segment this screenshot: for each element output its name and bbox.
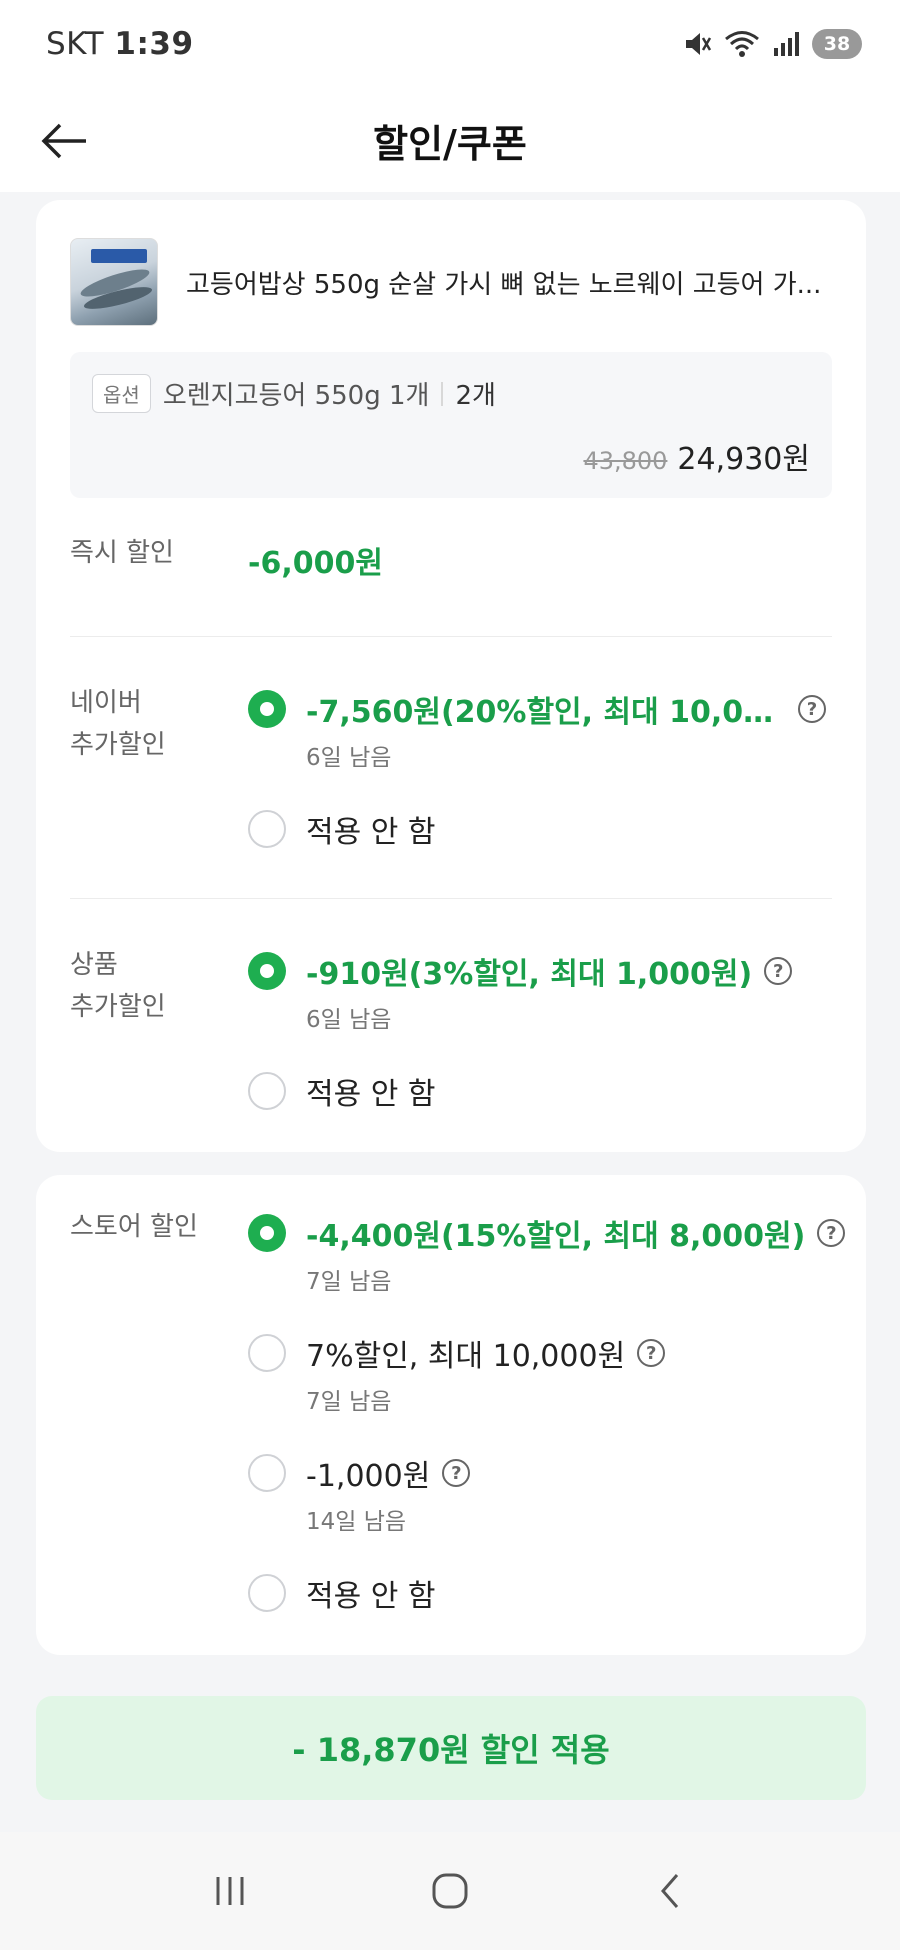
back-nav-button[interactable]	[640, 1861, 700, 1921]
apply-discount-button[interactable]: - 18,870원 할인 적용	[36, 1696, 866, 1800]
store-option-1[interactable]: -4,400원(15%할인, 최대 8,000원) ?	[248, 1211, 846, 1255]
divider	[70, 636, 832, 637]
help-icon[interactable]: ?	[442, 1459, 471, 1487]
discount-card-main: 고등어밥상 550g 순살 가시 뼈 없는 노르웨이 고등어 가... 옵션 오…	[36, 200, 866, 1152]
signal-icon	[774, 32, 799, 56]
instant-discount-label: 즉시 할인	[70, 538, 174, 568]
option-text: 오렌지고등어 550g 1개	[162, 381, 430, 411]
option-box: 옵션 오렌지고등어 550g 1개 2개 43,800 24,930원	[70, 352, 832, 498]
naver-option-none-label: 적용 안 함	[306, 815, 436, 850]
price-row: 43,800 24,930원	[583, 434, 810, 478]
option-row: 옵션 오렌지고등어 550g 1개 2개	[92, 374, 496, 413]
back-arrow-icon	[41, 123, 86, 159]
naver-discount-label-line2: 추가할인	[70, 730, 166, 760]
mute-icon	[686, 33, 712, 55]
system-nav-bar	[0, 1832, 900, 1950]
naver-discount-label-line1: 네이버	[70, 688, 142, 718]
store-option-2[interactable]: 7%할인, 최대 10,000원 ?	[248, 1331, 666, 1375]
store-option-1-label: -4,400원(15%할인, 최대 8,000원)	[306, 1219, 806, 1254]
store-discount-label: 스토어 할인	[70, 1212, 198, 1242]
item-discount-label-line1: 상품	[70, 950, 118, 980]
radio-unselected-icon[interactable]	[248, 1334, 286, 1372]
final-price: 24,930원	[677, 442, 810, 477]
carrier-label: SKT	[46, 26, 105, 62]
naver-option-coupon[interactable]: -7,560원(20%할인, 최대 10,000... ?	[248, 687, 826, 731]
radio-selected-icon[interactable]	[248, 690, 286, 728]
status-left: SKT 1:39	[46, 26, 194, 62]
store-option-none[interactable]: 적용 안 함	[248, 1571, 435, 1615]
radio-unselected-icon[interactable]	[248, 1574, 286, 1612]
radio-unselected-icon[interactable]	[248, 810, 286, 848]
help-icon[interactable]: ?	[637, 1339, 666, 1367]
item-option-coupon-expiry: 6일 남음	[306, 1007, 392, 1033]
home-button[interactable]	[420, 1861, 480, 1921]
home-icon	[432, 1873, 468, 1909]
naver-option-coupon-label: -7,560원(20%할인, 최대 10,000...	[306, 695, 786, 730]
item-discount-label-line2: 추가할인	[70, 992, 166, 1022]
battery-icon: 38	[812, 29, 862, 59]
item-option-none[interactable]: 적용 안 함	[248, 1069, 435, 1113]
wifi-icon	[725, 31, 759, 57]
recent-apps-icon	[216, 1877, 244, 1905]
item-option-coupon-label: -910원(3%할인, 최대 1,000원)	[306, 957, 753, 992]
naver-option-none[interactable]: 적용 안 함	[248, 807, 435, 851]
back-button[interactable]	[40, 116, 100, 166]
store-option-none-label: 적용 안 함	[306, 1579, 436, 1614]
item-option-none-label: 적용 안 함	[306, 1077, 436, 1112]
radio-selected-icon[interactable]	[248, 1214, 286, 1252]
original-price: 43,800	[583, 447, 668, 475]
status-bar: SKT 1:39 38	[0, 0, 900, 88]
store-option-2-label: 7%할인, 최대 10,000원	[306, 1339, 626, 1374]
radio-unselected-icon[interactable]	[248, 1454, 286, 1492]
product-summary: 고등어밥상 550g 순살 가시 뼈 없는 노르웨이 고등어 가...	[70, 238, 836, 326]
store-option-3[interactable]: -1,000원 ?	[248, 1451, 471, 1495]
recent-apps-button[interactable]	[200, 1861, 260, 1921]
page-title: 할인/쿠폰	[373, 121, 527, 166]
store-option-3-label: -1,000원	[306, 1459, 431, 1494]
product-name: 고등어밥상 550g 순살 가시 뼈 없는 노르웨이 고등어 가...	[186, 269, 822, 300]
option-badge: 옵션	[92, 374, 151, 413]
store-option-2-expiry: 7일 남음	[306, 1389, 392, 1415]
radio-unselected-icon[interactable]	[248, 1072, 286, 1110]
option-quantity: 2개	[455, 381, 496, 411]
radio-selected-icon[interactable]	[248, 952, 286, 990]
page-header: 할인/쿠폰	[0, 88, 900, 192]
instant-discount-value: -6,000원	[248, 546, 383, 581]
help-icon[interactable]: ?	[798, 695, 826, 723]
divider	[70, 898, 832, 899]
status-icons: 38	[682, 29, 862, 59]
product-thumbnail	[70, 238, 158, 326]
item-option-coupon[interactable]: -910원(3%할인, 최대 1,000원) ?	[248, 949, 793, 993]
store-option-1-expiry: 7일 남음	[306, 1269, 392, 1295]
help-icon[interactable]: ?	[764, 957, 793, 985]
store-option-3-expiry: 14일 남음	[306, 1509, 407, 1535]
clock: 1:39	[114, 26, 194, 62]
naver-option-coupon-expiry: 6일 남음	[306, 745, 392, 771]
discount-card-store: 스토어 할인 -4,400원(15%할인, 최대 8,000원) ? 7일 남음…	[36, 1175, 866, 1655]
help-icon[interactable]: ?	[817, 1219, 846, 1247]
option-separator	[441, 381, 444, 406]
chevron-left-icon	[661, 1874, 679, 1908]
